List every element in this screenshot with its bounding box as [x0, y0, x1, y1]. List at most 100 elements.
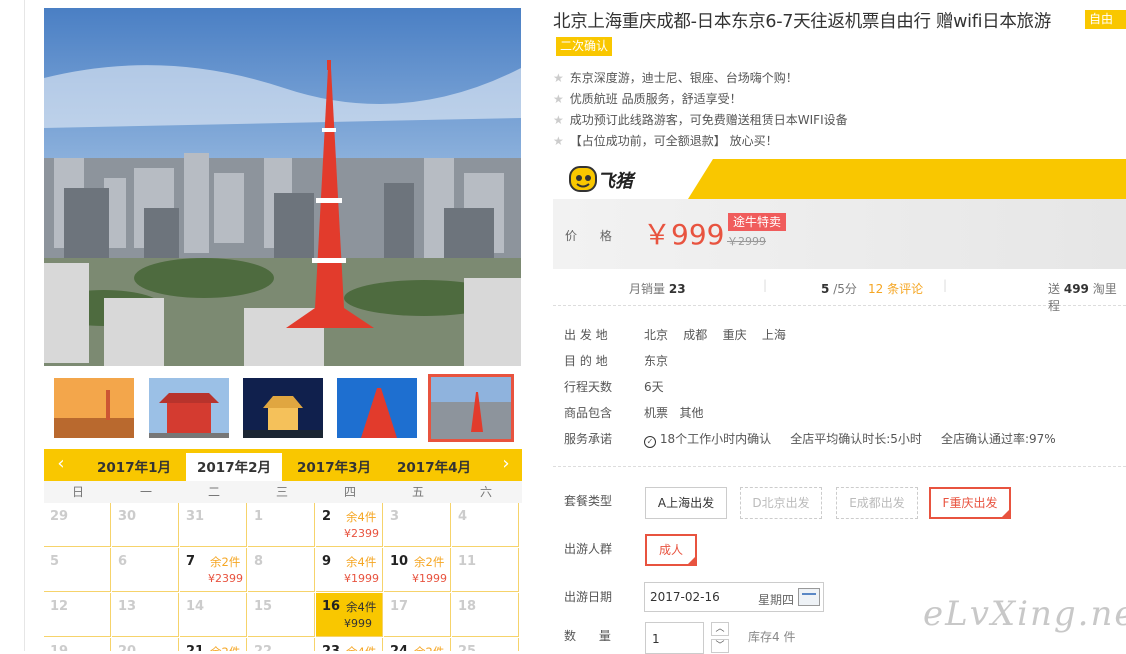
weekday: 五 — [411, 485, 424, 499]
calendar-icon[interactable] — [798, 588, 820, 606]
depart-city: 成都 — [683, 328, 708, 342]
star-icon: ★ — [553, 134, 564, 148]
package-option-f-selected[interactable]: F重庆出发 — [929, 487, 1011, 519]
calendar-day[interactable]: 23 余4件 — [316, 638, 383, 651]
package-option-a[interactable]: A上海出发 — [645, 487, 727, 519]
calendar-day: 6 — [112, 548, 179, 592]
calendar-day: 3 — [384, 503, 451, 547]
day-number: 3 — [390, 509, 400, 524]
feature-item: ★ 东京深度游，迪士尼、银座、台场嗨个购！ — [553, 69, 798, 86]
calendar-header: ‹ 2017年1月 2017年2月 2017年3月 2017年4月 › — [44, 449, 522, 481]
main-product-image — [44, 8, 521, 366]
promise-item: 全店确认通过率:97% — [940, 432, 1056, 446]
next-month-icon[interactable]: › — [496, 454, 516, 474]
thumbnail-2[interactable] — [149, 378, 229, 438]
group-option-adult-selected[interactable]: 成人 — [645, 534, 697, 566]
day-number: 21 — [186, 644, 204, 651]
include-values: 机票 其他 — [644, 404, 703, 421]
calendar-day: 5 — [44, 548, 111, 592]
calendar-day-selected[interactable]: 16 余4件 ¥999 — [316, 593, 383, 637]
qty-increase-button[interactable]: ︿ — [711, 622, 729, 636]
weekday: 三 — [275, 485, 288, 499]
day-number: 8 — [254, 554, 264, 569]
calendar-day: 15 — [248, 593, 315, 637]
rating-suffix: /5分 — [833, 282, 857, 296]
qty-value: 1 — [652, 632, 660, 646]
package-option-e[interactable]: E成都出发 — [836, 487, 918, 519]
day-number: 9 — [322, 554, 332, 569]
calendar-day[interactable]: 7 余2件 ¥2399 — [180, 548, 247, 592]
thumbnail-strip — [44, 374, 521, 442]
day-number: 25 — [458, 644, 476, 651]
price-value: ￥999 — [643, 218, 725, 251]
calendar-day[interactable]: 9 余4件 ¥1999 — [316, 548, 383, 592]
weekday: 四 — [343, 485, 356, 499]
calendar-day: 1 — [248, 503, 315, 547]
calendar-day: 8 — [248, 548, 315, 592]
tab-month-3[interactable]: 2017年3月 — [286, 453, 382, 481]
weekday: 六 — [479, 485, 492, 499]
promise-label: 服务承诺 — [564, 432, 613, 446]
days-label: 行程天数 — [564, 380, 613, 394]
points-prefix: 送 — [1048, 282, 1061, 296]
date-label: 出游日期 — [564, 590, 613, 604]
thumbnail-5-selected[interactable] — [428, 374, 514, 442]
day-number: 29 — [50, 509, 69, 524]
calendar-day: 4 — [452, 503, 519, 547]
day-number: 6 — [118, 554, 128, 569]
depart-city: 北京 — [644, 328, 669, 342]
left-divider — [24, 0, 25, 651]
calendar-day: 11 — [452, 548, 519, 592]
weekday: 日 — [71, 485, 84, 499]
qty-input[interactable]: 1 — [645, 622, 704, 654]
tab-month-2[interactable]: 2017年2月 — [186, 453, 282, 481]
day-stock: 余2件 — [210, 644, 240, 651]
thumbnail-3[interactable] — [243, 378, 323, 438]
date-input[interactable]: 2017-02-16 星期四 — [644, 582, 824, 612]
weekday: 一 — [139, 485, 152, 499]
feature-item: ★ 优质航班 品质服务，舒适享受！ — [553, 90, 742, 107]
calendar-day: 12 — [44, 593, 111, 637]
calendar-day[interactable]: 10 余2件 ¥1999 — [384, 548, 451, 592]
include-item: 其他 — [679, 406, 704, 420]
departure-calendar: ‹ 2017年1月 2017年2月 2017年3月 2017年4月 › 日 一 … — [44, 449, 522, 651]
depart-city: 重庆 — [722, 328, 747, 342]
day-number: 12 — [50, 599, 69, 614]
promise-values: ✓ 18个工作小时内确认 全店平均确认时长:5小时 全店确认通过率:97% — [644, 430, 1056, 448]
day-price: ¥999 — [344, 617, 372, 630]
thumbnail-1[interactable] — [54, 378, 134, 438]
calendar-day[interactable]: 21 余2件 — [180, 638, 247, 651]
promise-item: 18个工作小时内确认 — [659, 432, 772, 446]
feature-text: 成功预订此线路游客，可免费赠送租赁日本WIFI设备 — [569, 113, 848, 127]
calendar-day[interactable]: 24 余2件 — [384, 638, 451, 651]
include-label: 商品包含 — [564, 406, 613, 420]
dest-label: 目 的 地 — [564, 354, 608, 368]
calendar-day: 13 — [112, 593, 179, 637]
package-option-d[interactable]: D北京出发 — [740, 487, 822, 519]
date-value: 2017-02-16 — [650, 590, 720, 604]
monthly-sales-label: 月销量 — [629, 282, 666, 296]
day-price: ¥1999 — [412, 572, 447, 585]
tab-month-1[interactable]: 2017年1月 — [86, 453, 182, 481]
brand-name: 飞猪 — [597, 171, 633, 192]
day-number: 17 — [390, 599, 409, 614]
feature-item: ★ 成功预订此线路游客，可免费赠送租赁日本WIFI设备 — [553, 111, 848, 128]
calendar-day[interactable]: 2 余4件 ¥2399 — [316, 503, 383, 547]
day-number: 30 — [118, 509, 137, 524]
reviews-link[interactable]: 12 条评论 — [868, 280, 923, 297]
brand-banner: 飞猪 — [553, 159, 1126, 199]
day-number: 15 — [254, 599, 273, 614]
prev-month-icon[interactable]: ‹ — [51, 454, 71, 474]
tab-month-4[interactable]: 2017年4月 — [386, 453, 482, 481]
day-stock: 余2件 — [210, 555, 241, 569]
day-number: 16 — [322, 599, 341, 614]
include-item: 机票 — [644, 406, 669, 420]
divider — [553, 466, 1126, 467]
monthly-sales: 月销量 23 — [629, 280, 686, 297]
thumbnail-4[interactable] — [337, 378, 417, 438]
promo-badge: 途牛特卖 — [728, 213, 787, 231]
weekday-value: 星期四 — [758, 593, 795, 607]
calendar-icon-detail — [802, 593, 816, 601]
separator: | — [943, 278, 948, 292]
day-stock: 余2件 — [414, 644, 444, 651]
